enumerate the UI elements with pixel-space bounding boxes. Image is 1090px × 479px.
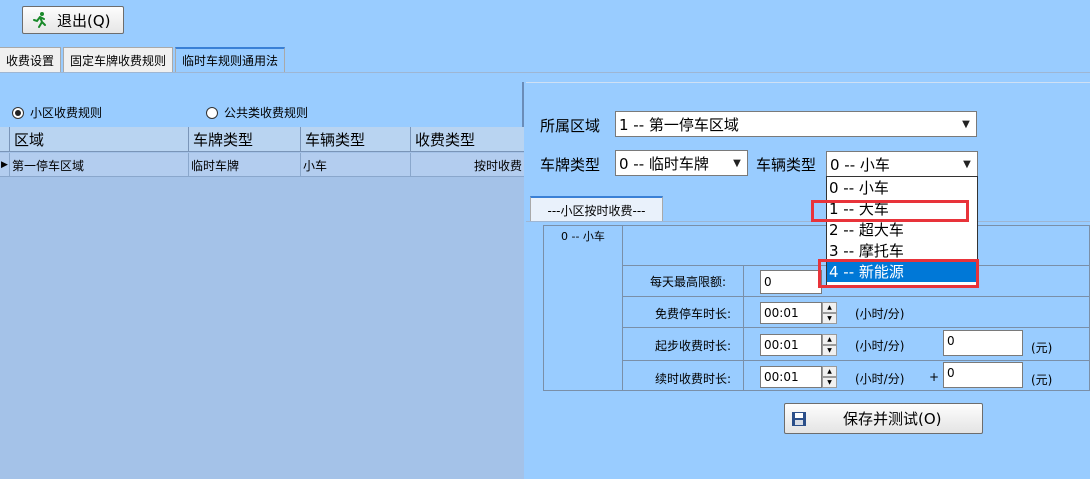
area-label: 所属区域 [540, 117, 601, 135]
cell-fee-type: 按时收费 [473, 158, 522, 173]
vehicle-type-dropdown-list: 0 -- 小车 1 -- 大车 2 -- 超大车 3 -- 摩托车 4 -- 新… [826, 176, 978, 286]
free-duration-input[interactable]: 00:01 [760, 302, 822, 324]
rule-grid: 区域 车牌类型 车辆类型 收费类型 ▶ 第一停车区域 临时车牌 小车 按时收费 [0, 127, 524, 479]
running-man-icon [33, 12, 46, 28]
start-duration-unit: (小时/分) [855, 339, 905, 353]
fee-column-line [743, 265, 744, 391]
floppy-disk-icon [792, 411, 806, 426]
cell-plate-type: 临时车牌 [189, 153, 301, 177]
start-duration-stepper[interactable]: ▲ ▼ [822, 334, 837, 356]
plate-type-label: 车牌类型 [540, 156, 601, 174]
cell-vehicle-type: 小车 [301, 153, 411, 177]
vehicle-type-label: 车辆类型 [756, 156, 817, 174]
vehicle-type-select[interactable]: 0 -- 小车 ▼ [826, 151, 978, 177]
continue-fee-unit: (元) [1031, 373, 1053, 387]
tab-fixed-plate-rules[interactable]: 固定车牌收费规则 [63, 47, 174, 72]
column-header-area[interactable]: 区域 [10, 127, 189, 152]
column-header-vehicle-type[interactable]: 车辆类型 [301, 127, 411, 152]
spin-down-icon[interactable]: ▼ [822, 377, 837, 388]
save-and-test-button[interactable]: 保存并测试(O) [784, 403, 983, 434]
column-header-fee-type[interactable]: 收费类型 [411, 127, 524, 152]
main-tabs: 收费设置 固定车牌收费规则 临时车规则通用法 [0, 47, 287, 72]
max-daily-input[interactable]: 0 [760, 270, 822, 294]
radio-public-rule[interactable]: 公共类收费规则 [206, 104, 308, 121]
start-fee-unit: (元) [1031, 341, 1053, 355]
spin-down-icon[interactable]: ▼ [822, 313, 837, 324]
vehicle-option-small[interactable]: 0 -- 小车 [827, 177, 977, 198]
free-duration-label: 免费停车时长: [655, 307, 732, 321]
chevron-down-icon[interactable]: ▼ [729, 153, 745, 173]
max-daily-label: 每天最高限额: [650, 275, 727, 289]
continue-duration-stepper[interactable]: ▲ ▼ [822, 366, 837, 388]
area-select-value: 1 -- 第一停车区域 [619, 115, 739, 134]
spin-up-icon[interactable]: ▲ [822, 334, 837, 345]
cell-area: 第一停车区域 [10, 153, 189, 177]
tab-fee-settings[interactable]: 收费设置 [0, 47, 62, 72]
start-fee-input[interactable]: 0 [943, 330, 1023, 356]
vehicle-option-motorcycle[interactable]: 3 -- 摩托车 [827, 240, 977, 261]
start-duration-input[interactable]: 00:01 [760, 334, 822, 356]
grid-header: 区域 车牌类型 车辆类型 收费类型 [0, 127, 524, 152]
fee-row-line [623, 327, 1090, 328]
spin-up-icon[interactable]: ▲ [822, 302, 837, 313]
rule-list-panel: 小区收费规则 公共类收费规则 区域 车牌类型 车辆类型 收费类型 ▶ 第一停车区… [0, 82, 524, 479]
continue-duration-input[interactable]: 00:01 [760, 366, 822, 388]
radio-community-label: 小区收费规则 [30, 106, 103, 120]
fee-row-line [623, 360, 1090, 361]
vehicle-option-large[interactable]: 1 -- 大车 [827, 198, 977, 219]
exit-button[interactable]: 退出(Q) [22, 6, 124, 34]
table-row[interactable]: ▶ 第一停车区域 临时车牌 小车 按时收费 [0, 153, 524, 177]
tab-community-hourly-fee[interactable]: ---小区按时收费--- [530, 196, 663, 222]
fee-section-title-cell: 0 -- 小车 [543, 225, 623, 391]
vehicle-type-select-value: 0 -- 小车 [830, 155, 890, 174]
vehicle-option-oversize[interactable]: 2 -- 超大车 [827, 219, 977, 240]
chevron-down-icon[interactable]: ▼ [958, 114, 974, 134]
vehicle-option-new-energy[interactable]: 4 -- 新能源 [827, 261, 977, 282]
continue-fee-input[interactable]: 0 [943, 362, 1023, 388]
continue-duration-label: 续时收费时长: [655, 372, 732, 386]
start-duration-label: 起步收费时长: [655, 339, 732, 353]
spin-up-icon[interactable]: ▲ [822, 366, 837, 377]
plus-sign: + [929, 370, 940, 384]
plate-type-select[interactable]: 0 -- 临时车牌 ▼ [615, 150, 748, 176]
inner-tab-divider [526, 221, 1090, 222]
fee-row-line [623, 296, 1090, 297]
tab-temp-vehicle-rules[interactable]: 临时车规则通用法 [175, 47, 286, 72]
area-select[interactable]: 1 -- 第一停车区域 ▼ [615, 111, 977, 137]
free-duration-unit: (小时/分) [855, 307, 905, 321]
radio-community-rule[interactable]: 小区收费规则 [12, 104, 102, 121]
header-indicator [0, 127, 10, 152]
column-header-plate-type[interactable]: 车牌类型 [189, 127, 301, 152]
free-duration-stepper[interactable]: ▲ ▼ [822, 302, 837, 324]
radio-community-indicator[interactable] [12, 106, 24, 119]
continue-duration-unit: (小时/分) [855, 372, 905, 386]
row-indicator-icon: ▶ [0, 153, 10, 177]
panel-divider [526, 82, 1090, 83]
spin-down-icon[interactable]: ▼ [822, 345, 837, 356]
fee-section-title: 0 -- 小车 [561, 230, 605, 243]
plate-type-select-value: 0 -- 临时车牌 [619, 154, 709, 173]
exit-label: 退出(Q) [57, 11, 111, 30]
radio-public-label: 公共类收费规则 [224, 106, 309, 120]
tab-divider [0, 72, 1090, 73]
save-and-test-label: 保存并测试(O) [843, 410, 942, 428]
chevron-down-icon[interactable]: ▼ [959, 154, 975, 174]
radio-public-indicator[interactable] [206, 106, 218, 119]
